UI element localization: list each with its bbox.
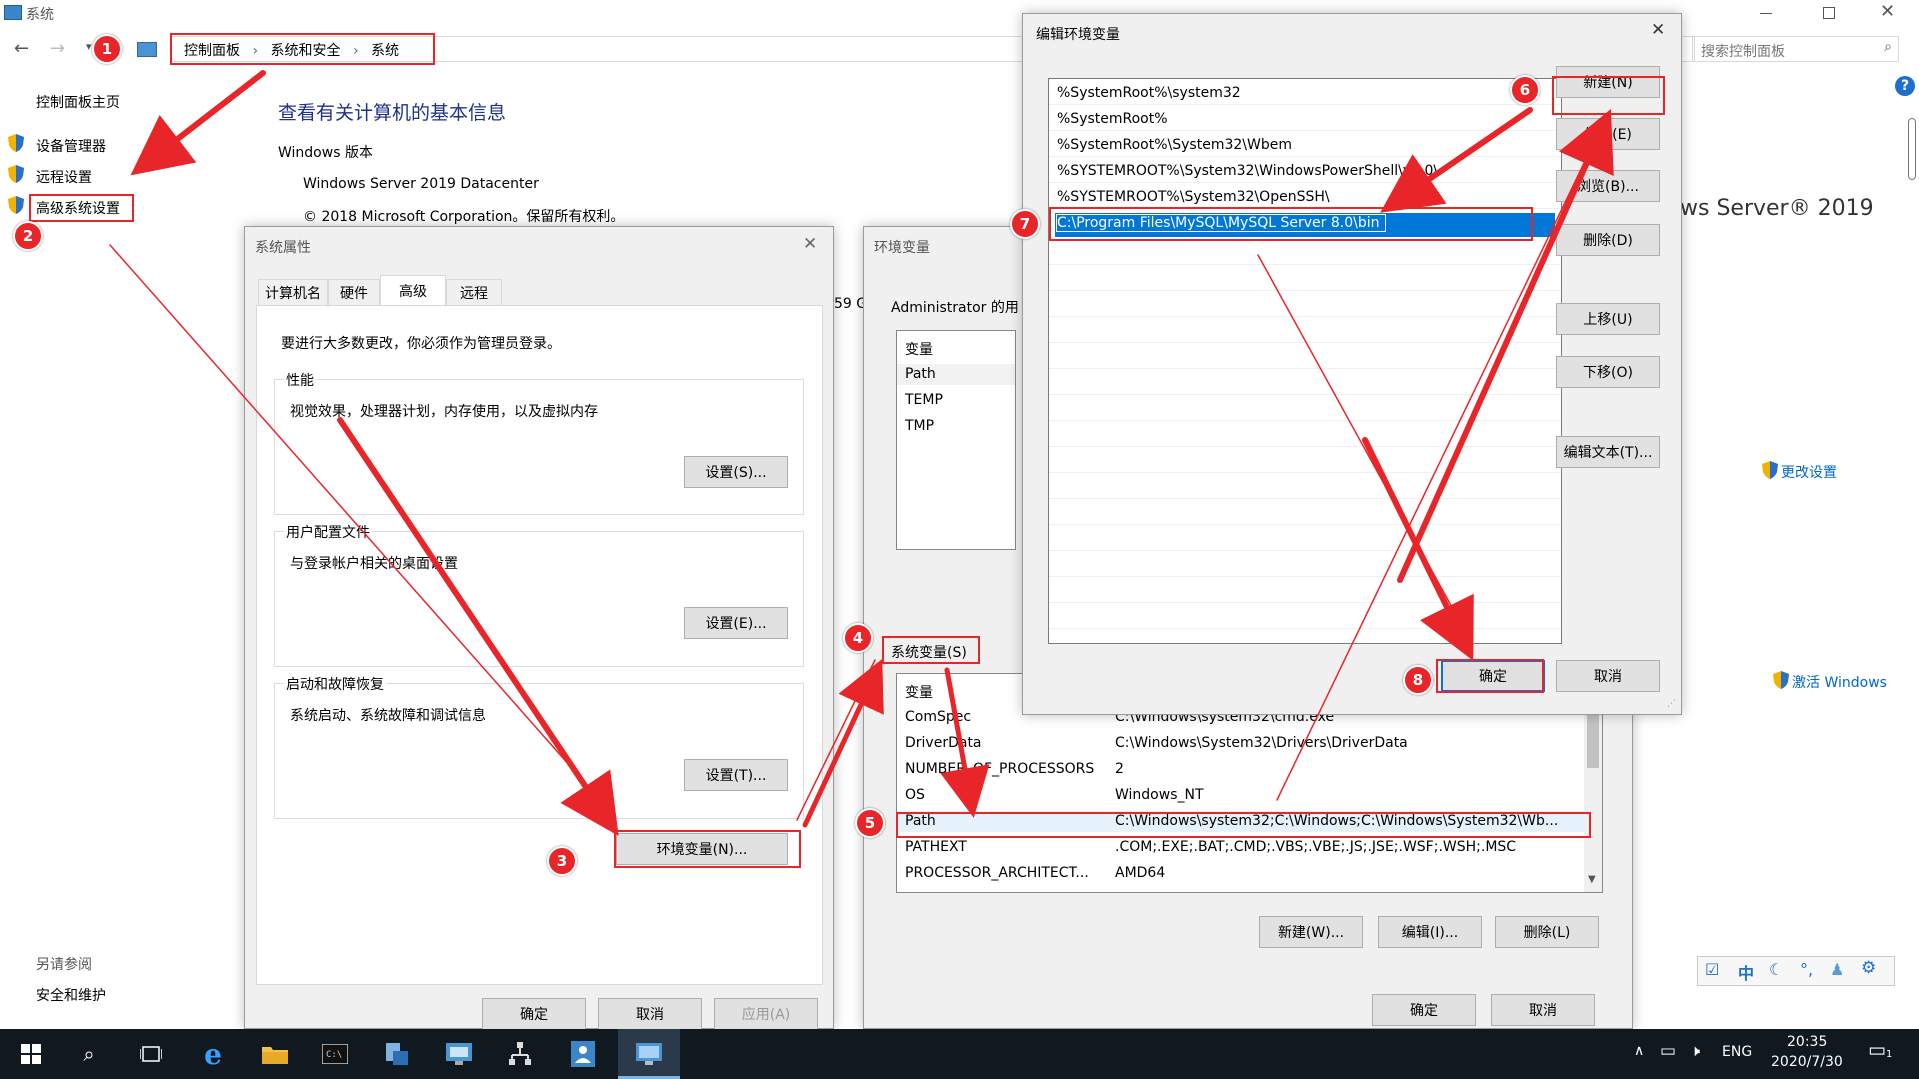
tray-language[interactable]: ENG [1722, 1044, 1752, 1060]
step-badge-4: 4 [843, 623, 873, 653]
svg-text:C:\: C:\ [326, 1050, 342, 1060]
step-badge-2: 2 [13, 221, 43, 251]
task-view-icon[interactable] [134, 1037, 168, 1071]
tray-expand-icon[interactable]: ∧ [1634, 1043, 1644, 1059]
network-icon[interactable] [503, 1037, 537, 1071]
tray-volume-icon[interactable]: 🕨 [1690, 1041, 1700, 1061]
arrow-7-to-8-thin [1257, 254, 1471, 641]
internet-explorer-icon[interactable]: e [196, 1037, 230, 1071]
taskbar: ⌕ e C:\ ∧ ▭ 🕨 ENG 20:35 2020/7/30 ▭ 1 [0, 1029, 1919, 1079]
arrow-7-to-8 [1362, 437, 1474, 661]
arrow-5-to-6-thin [1276, 129, 1601, 801]
arrow-3-to-4-thin [796, 659, 876, 821]
control-panel-icon[interactable] [442, 1037, 476, 1071]
file-explorer-icon[interactable] [258, 1037, 292, 1071]
arrow-2-to-3 [337, 417, 619, 836]
arrow-5-to-6 [1397, 109, 1614, 583]
start-windows-icon[interactable] [14, 1037, 48, 1071]
step-badge-7: 7 [1010, 209, 1040, 239]
notification-count: 1 [1886, 1049, 1893, 1060]
step-badge-5: 5 [855, 808, 885, 838]
step-badge-6: 6 [1510, 75, 1540, 105]
server-manager-icon[interactable] [380, 1037, 414, 1071]
system-window-taskbar-icon[interactable] [632, 1037, 666, 1071]
arrow-2-to-3-thin [109, 244, 601, 801]
step-badge-8: 8 [1403, 665, 1433, 695]
tray-time[interactable]: 20:35 [1787, 1034, 1827, 1050]
step-badge-3: 3 [547, 846, 577, 876]
tray-network-icon[interactable]: ▭ [1660, 1041, 1676, 1061]
arrow-1-to-2 [130, 70, 266, 176]
command-prompt-icon[interactable]: C:\ [318, 1037, 352, 1071]
arrow-4-to-5 [940, 667, 990, 818]
step-badge-1: 1 [92, 34, 122, 64]
tray-date[interactable]: 2020/7/30 [1771, 1054, 1843, 1070]
notification-icon[interactable]: ▭ [1868, 1039, 1886, 1061]
search-icon[interactable]: ⌕ [72, 1037, 106, 1071]
user-accounts-icon[interactable] [566, 1037, 600, 1071]
arrow-3-to-4 [802, 658, 884, 828]
arrow-6-to-7 [1380, 107, 1533, 213]
annotation-arrows [109, 70, 1614, 836]
